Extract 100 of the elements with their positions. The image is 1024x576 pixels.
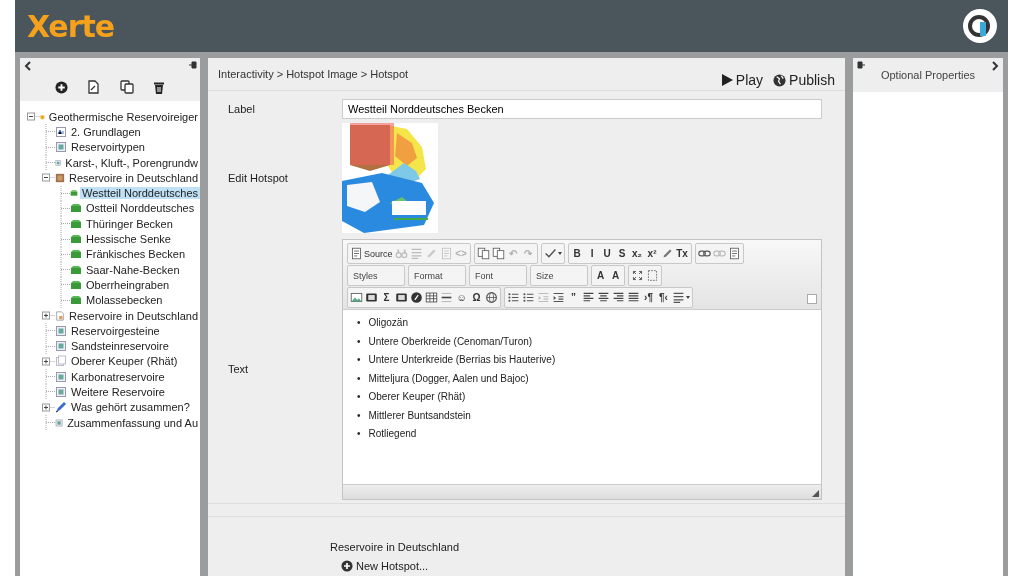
tree-item[interactable]: Karbonatreservoire — [69, 370, 167, 383]
toolbar-button[interactable] — [484, 289, 499, 306]
hotspot-icon — [70, 202, 82, 215]
text-area[interactable]: • Oligozän • Untere Oberkreide (Cenoman/Turon) • Untere Unterkreide (Berrias bis Hauterive) • Mitteljura (Dogger, Aalen und Bajoc) • Oberer Keuper (Rhät) • Mittlerer Buntsandstein • Rotliegend — [343, 310, 821, 484]
disc-icon — [410, 291, 423, 304]
film-icon — [395, 291, 408, 304]
align-center-icon — [597, 291, 610, 304]
publish-button[interactable]: Publish — [773, 72, 835, 88]
toolbar-button[interactable]: x² — [644, 245, 660, 262]
tree-item[interactable]: Reservoire in Deutschland — [67, 309, 200, 322]
tree-item[interactable]: Reservoirgesteine — [69, 324, 162, 337]
dropdown[interactable]: Styles — [349, 267, 403, 284]
toolbar-button[interactable]: Tx — [674, 245, 690, 262]
label-field[interactable]: Westteil Norddeutsches Becken — [342, 99, 822, 119]
horizontal-line-icon — [440, 291, 453, 304]
new-hotspot-button[interactable]: New Hotspot... — [341, 560, 845, 572]
hotspot-icon — [70, 217, 82, 230]
pencil-icon — [424, 247, 438, 260]
pin-icon[interactable] — [189, 61, 198, 69]
toolbar-button[interactable] — [424, 289, 439, 306]
check-icon — [543, 247, 557, 260]
toolbar-button[interactable]: S — [614, 245, 630, 262]
tree-item[interactable]: Sandsteinreservoire — [69, 340, 171, 353]
tree-item[interactable]: 2. Grundlagen — [69, 125, 143, 138]
toolbar-button[interactable]: I — [584, 245, 600, 262]
tree-item[interactable]: Molassebecken — [84, 294, 165, 307]
tree-item[interactable]: Hessische Senke — [84, 233, 173, 245]
tree-item[interactable]: Geothermische Reservoireiger — [46, 110, 200, 123]
page-icon[interactable] — [87, 80, 101, 94]
field-label: Label — [228, 103, 256, 115]
trash-icon[interactable] — [153, 81, 166, 94]
hotspot-icon — [70, 278, 82, 291]
binoculars-icon — [394, 247, 408, 260]
toolbar-button[interactable] — [409, 289, 424, 306]
expand-icon[interactable] — [41, 308, 55, 323]
color-button[interactable]: A — [593, 267, 608, 284]
hotspot-icon — [70, 294, 82, 307]
dropdown[interactable]: Format — [410, 267, 464, 284]
toolbar-button[interactable]: ☺ — [454, 289, 469, 306]
page-icon — [55, 386, 67, 398]
tree-item[interactable]: Westteil Norddeutsches — [80, 187, 200, 200]
tree-item[interactable]: Zusammenfassung und Au — [65, 416, 200, 429]
toolbar-button[interactable]: Ω — [469, 289, 484, 306]
tree-item[interactable]: Weitere Reservoire — [69, 386, 167, 398]
bullet: • — [357, 316, 361, 329]
source-button[interactable]: Source — [349, 245, 394, 262]
toolbar-button[interactable]: ” — [566, 289, 581, 306]
tree-item[interactable]: Reservoirtypen — [69, 141, 147, 154]
tree-item[interactable]: Thüringer Becken — [84, 217, 175, 230]
film-icon — [365, 291, 378, 304]
tree-item[interactable]: Ostteil Norddeutsches — [84, 202, 197, 215]
tree-item[interactable]: Saar-Nahe-Becken — [84, 263, 182, 276]
dashed-box-icon — [646, 269, 659, 282]
tree-item[interactable]: Karst-, Kluft-, Porengrundw — [63, 156, 200, 169]
lines-icon — [409, 247, 423, 260]
toolbar-button[interactable]: x₂ — [629, 245, 645, 262]
book-icon — [55, 171, 65, 184]
app-logo: Xerte — [27, 8, 115, 44]
dropdown[interactable]: Font — [471, 267, 525, 284]
toolbar-button[interactable]: U — [599, 245, 615, 262]
lines-icon — [672, 291, 685, 304]
bullet: • — [357, 427, 361, 440]
hotspot-icon — [70, 248, 82, 261]
align-left-icon — [582, 291, 595, 304]
page-icon — [55, 324, 67, 337]
link-icon — [712, 247, 726, 260]
breadcrumb: Interactivity > Hotspot Image > Hotspot — [218, 68, 409, 80]
toolbar-button[interactable]: ›¶ — [641, 289, 656, 306]
page-icon — [55, 416, 64, 429]
dropdown[interactable]: Size — [532, 267, 586, 284]
pin-icon[interactable] — [856, 61, 865, 69]
bullet: • — [357, 371, 361, 385]
add-icon — [341, 560, 353, 572]
bullet: • — [357, 390, 361, 403]
toolbar-button[interactable]: ¶‹ — [656, 289, 671, 306]
bullet: • — [357, 353, 361, 366]
tree-item[interactable]: Fränkisches Becken — [84, 248, 188, 261]
file-icon — [55, 309, 65, 322]
tree-item[interactable]: Oberrheingraben — [84, 278, 172, 291]
copy-icon[interactable] — [119, 80, 134, 94]
page-icon — [439, 247, 453, 260]
list-item: Mittlerer Buntsandstein — [368, 408, 471, 422]
expand-panel-icon[interactable] — [991, 61, 999, 71]
add-icon[interactable] — [54, 81, 68, 94]
collapse-panel-icon[interactable] — [24, 61, 32, 71]
bullet: • — [357, 334, 361, 348]
pen-icon — [55, 401, 67, 414]
resize-grip-icon[interactable] — [812, 490, 819, 497]
list-item: Mitteljura (Dogger, Aalen und Bajoc) — [368, 371, 529, 385]
toolbar-button[interactable]: Σ — [379, 289, 394, 306]
field-label: Edit Hotspot — [228, 172, 289, 184]
hotspot-icon — [70, 233, 82, 245]
bullet: • — [357, 408, 361, 422]
list-icon — [522, 291, 535, 304]
toolbar-button[interactable]: B — [569, 245, 585, 262]
color-button[interactable]: A — [608, 267, 623, 284]
tree-item[interactable]: Was gehört zusammen? — [69, 401, 192, 414]
tree-item[interactable]: Reservoire in Deutschland — [67, 171, 200, 184]
tree-item[interactable]: Oberer Keuper (Rhät) — [69, 355, 180, 368]
play-button[interactable]: Play — [721, 72, 764, 88]
